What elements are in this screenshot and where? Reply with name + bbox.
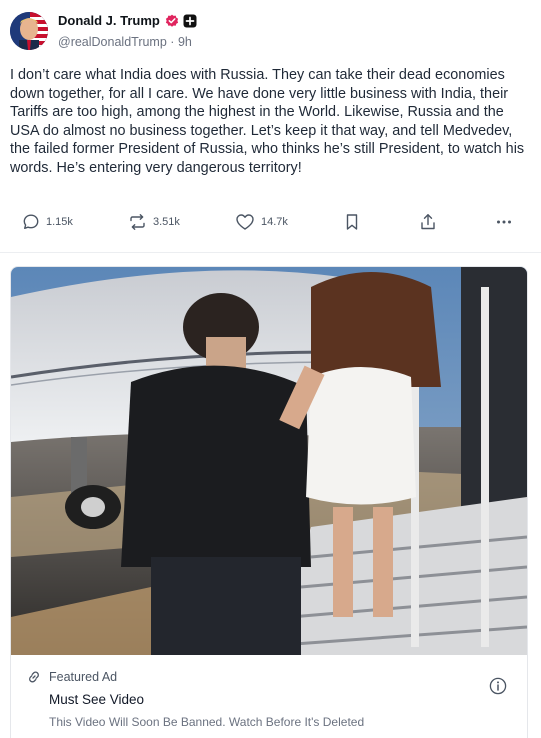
ad-label: Featured Ad xyxy=(49,670,118,684)
repost-button[interactable]: 3.51k xyxy=(128,208,180,236)
post-header: Donald J. Trump @realDonaldTrump · 9h xyxy=(10,12,530,52)
like-button[interactable]: 14.7k xyxy=(235,208,288,236)
heart-icon xyxy=(236,214,254,230)
share-button[interactable] xyxy=(419,208,437,236)
ad-subtitle: This Video Will Soon Be Banned. Watch Be… xyxy=(49,715,365,729)
author-handle[interactable]: @realDonaldTrump xyxy=(58,35,167,49)
reply-button[interactable]: 1.15k xyxy=(22,208,73,236)
verified-badge-icon xyxy=(165,14,178,27)
author-display-name[interactable]: Donald J. Trump xyxy=(58,13,160,28)
bookmark-icon xyxy=(346,214,358,230)
author-meta: @realDonaldTrump · 9h xyxy=(58,35,192,49)
post-action-bar: 1.15k 3.51k 14.7k xyxy=(10,208,530,236)
avatar[interactable] xyxy=(10,12,48,50)
reply-icon xyxy=(23,214,39,229)
like-count: 14.7k xyxy=(261,216,288,228)
reply-count: 1.15k xyxy=(46,216,73,228)
share-icon xyxy=(421,214,435,230)
post-time[interactable]: 9h xyxy=(178,35,192,49)
meta-separator: · xyxy=(170,35,175,49)
author-name-row: Donald J. Trump xyxy=(58,13,197,28)
link-icon xyxy=(29,671,39,683)
info-icon[interactable] xyxy=(489,677,507,695)
repost-icon xyxy=(130,214,145,230)
ad-title[interactable]: Must See Video xyxy=(49,692,144,707)
bookmark-button[interactable] xyxy=(344,208,360,236)
post-text: I don’t care what India does with Russia… xyxy=(10,67,525,176)
more-dots-icon xyxy=(497,220,511,224)
ad-label-row: Featured Ad xyxy=(27,670,117,684)
repost-count: 3.51k xyxy=(153,216,180,228)
ad-info: Featured Ad Must See Video This Video Wi… xyxy=(11,655,527,738)
ad-image[interactable] xyxy=(11,267,527,655)
more-options-button[interactable] xyxy=(495,208,513,236)
section-divider xyxy=(0,252,541,253)
featured-ad-card[interactable]: Featured Ad Must See Video This Video Wi… xyxy=(10,266,528,738)
plus-badge-icon xyxy=(183,14,197,27)
